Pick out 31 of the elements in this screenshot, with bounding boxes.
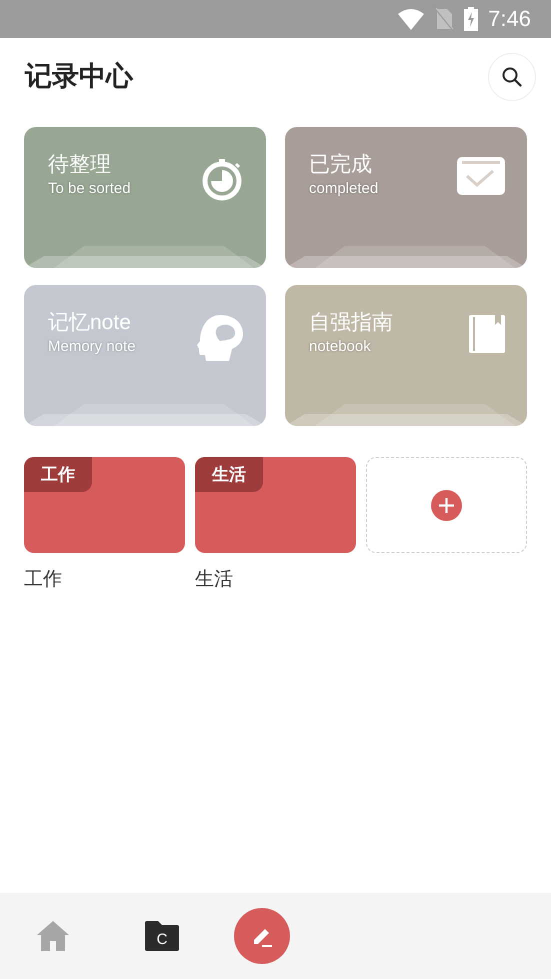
wifi-icon (398, 8, 424, 30)
card-subtitle: Memory note (48, 337, 136, 357)
card-title: 记忆note (48, 310, 132, 336)
add-notebook-button[interactable] (366, 457, 527, 553)
head-icon (196, 315, 244, 361)
home-icon (36, 920, 70, 952)
notebook-name[interactable]: 工作 (24, 566, 62, 594)
folder-letter: C (156, 930, 168, 950)
book-icon (469, 315, 505, 353)
card-subtitle: notebook (309, 337, 372, 357)
search-icon (502, 66, 522, 86)
search-button[interactable] (488, 52, 536, 100)
plus-icon (431, 490, 462, 520)
no-sim-icon (434, 7, 454, 31)
notebook-cover[interactable]: 生活 (195, 457, 356, 553)
card-title: 待整理 (48, 152, 112, 178)
notebook-tag: 工作 (24, 457, 92, 492)
notebook-name[interactable]: 生活 (195, 566, 233, 594)
card-subtitle: To be sorted (48, 179, 131, 199)
checked-box-icon (457, 157, 505, 195)
card-subtitle: completed (309, 179, 378, 199)
folder-tab[interactable]: C (145, 921, 179, 951)
home-tab[interactable] (36, 920, 70, 952)
battery-charging-icon (464, 7, 478, 31)
notebook-tag: 生活 (195, 457, 263, 492)
page-title: 记录中心 (25, 60, 133, 94)
stopwatch-icon (200, 157, 244, 201)
notebook-cover[interactable]: 工作 (24, 457, 185, 553)
card-title: 已完成 (309, 152, 373, 178)
card-title: 自强指南 (309, 310, 393, 336)
clock-time: 7:46 (488, 8, 531, 30)
